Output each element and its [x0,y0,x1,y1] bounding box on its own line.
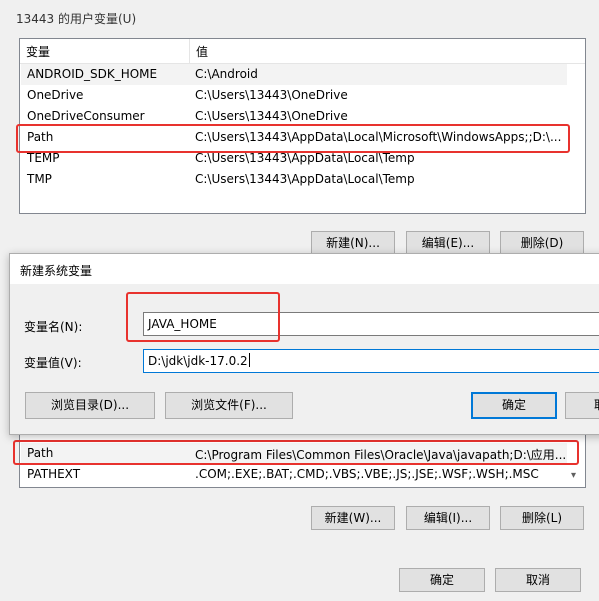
user-delete-button[interactable]: 删除(D) [500,231,584,255]
system-edit-button[interactable]: 编辑(I)... [406,506,490,530]
var-name: OneDrive [27,88,84,102]
var-name: OneDriveConsumer [27,109,145,123]
browse-file-button[interactable]: 浏览文件(F)... [165,392,293,419]
user-var-row[interactable]: ANDROID_SDK_HOME C:\Android [21,64,567,85]
column-header-value[interactable]: 值 [196,43,208,60]
dialog-cancel-button[interactable]: 取 [565,392,599,419]
new-system-variable-dialog: 新建系统变量 变量名(N): JAVA_HOME 变量值(V): D:\jdk\… [9,253,599,435]
highlight-user-path [16,124,570,153]
system-new-button[interactable]: 新建(W)... [311,506,395,530]
variable-value-text: D:\jdk\jdk-17.0.2 [148,354,248,368]
text-caret [248,353,250,367]
variable-name-label: 变量名(N): [24,320,83,334]
var-name: PATHEXT [27,467,81,481]
browse-directory-button[interactable]: 浏览目录(D)... [25,392,155,419]
highlight-variable-name [126,292,280,342]
user-new-button[interactable]: 新建(N)... [311,231,395,255]
var-value: C:\Users\13443\AppData\Local\Temp [195,151,415,165]
scroll-down-icon[interactable]: ▾ [571,470,576,481]
var-value: C:\Users\13443\AppData\Local\Temp [195,172,415,186]
var-value: C:\Users\13443\OneDrive [195,109,348,123]
var-value: .COM;.EXE;.BAT;.CMD;.VBS;.VBE;.JS;.JSE;.… [195,467,539,481]
highlight-system-path [13,440,579,465]
cancel-button[interactable]: 取消 [495,568,581,592]
column-header-variable[interactable]: 变量 [26,43,50,60]
dialog-ok-button[interactable]: 确定 [471,392,557,419]
system-delete-button[interactable]: 删除(L) [500,506,584,530]
system-var-row[interactable]: PATHEXT .COM;.EXE;.BAT;.CMD;.VBS;.VBE;.J… [21,464,567,485]
var-name: TMP [27,172,52,186]
dialog-title: 新建系统变量 [20,264,93,278]
var-name: TEMP [27,151,60,165]
user-var-row[interactable]: OneDrive C:\Users\13443\OneDrive [21,85,567,106]
var-name: ANDROID_SDK_HOME [27,67,158,81]
variable-value-label: 变量值(V): [24,356,82,370]
user-vars-list-header: 变量 值 [20,39,585,64]
var-value: C:\Users\13443\OneDrive [195,88,348,102]
ok-button[interactable]: 确定 [399,568,485,592]
column-separator[interactable] [189,39,190,63]
dialog-title-bar[interactable]: 新建系统变量 [10,254,599,284]
user-vars-group-title: 13443 的用户变量(U) [16,12,137,26]
variable-value-input[interactable]: D:\jdk\jdk-17.0.2 [143,349,599,373]
user-edit-button[interactable]: 编辑(E)... [406,231,490,255]
var-value: C:\Android [195,67,258,81]
user-var-row[interactable]: TMP C:\Users\13443\AppData\Local\Temp [21,169,567,190]
